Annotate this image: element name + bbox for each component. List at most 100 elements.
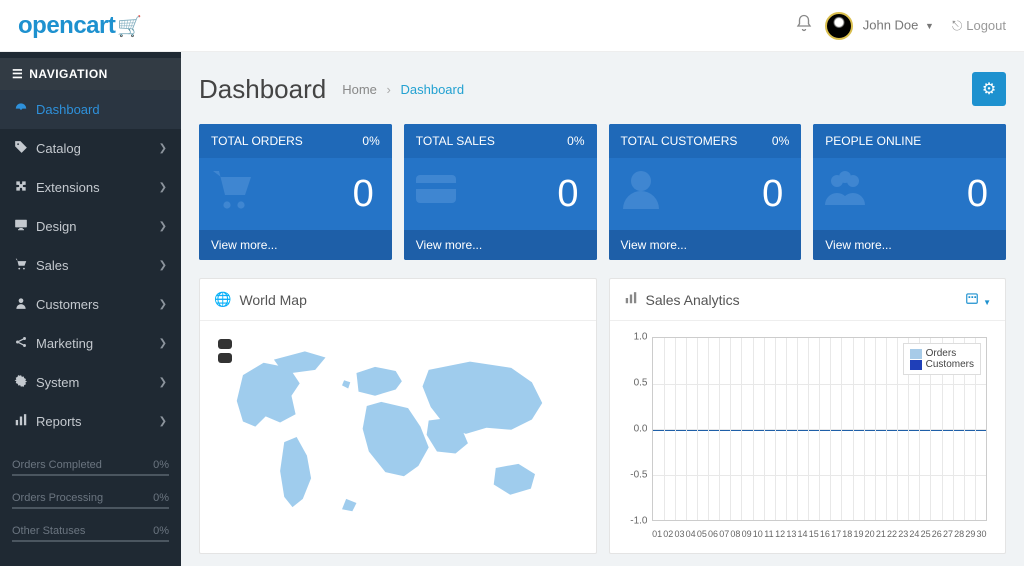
x-tick: 20 (864, 529, 875, 539)
caret-down-icon: ▼ (983, 298, 991, 307)
chevron-right-icon: ❯ (159, 377, 167, 388)
view-more-link[interactable]: View more... (813, 230, 1006, 260)
sidebar-item-label: Catalog (36, 141, 159, 156)
world-map[interactable] (212, 333, 584, 541)
sidebar-item-system[interactable]: System❯ (0, 363, 181, 402)
chevron-right-icon: ❯ (159, 299, 167, 310)
sidebar-item-design[interactable]: Design❯ (0, 207, 181, 246)
sidebar-item-sales[interactable]: Sales❯ (0, 246, 181, 285)
x-tick: 27 (942, 529, 953, 539)
logout-label: Logout (966, 18, 1006, 33)
sidebar-item-marketing[interactable]: Marketing❯ (0, 324, 181, 363)
status-value: 0% (153, 492, 169, 504)
tile-title: PEOPLE ONLINE (825, 134, 921, 148)
calendar-range-button[interactable]: ▼ (965, 291, 991, 308)
sidebar-item-label: Sales (36, 258, 159, 273)
tile-title: TOTAL ORDERS (211, 134, 303, 148)
main-content: Dashboard Home › Dashboard ⚙ TOTAL ORDER… (181, 52, 1024, 566)
chevron-right-icon: ❯ (159, 338, 167, 349)
settings-button[interactable]: ⚙ (972, 72, 1006, 106)
cart-icon (14, 257, 32, 274)
x-tick: 05 (696, 529, 707, 539)
tile-percent: 0% (362, 134, 379, 148)
sidebar-item-dashboard[interactable]: Dashboard (0, 90, 181, 129)
sidebar: ☰NAVIGATION DashboardCatalog❯Extensions❯… (0, 52, 181, 566)
view-more-link[interactable]: View more... (404, 230, 597, 260)
sidebar-item-extensions[interactable]: Extensions❯ (0, 168, 181, 207)
sidebar-item-catalog[interactable]: Catalog❯ (0, 129, 181, 168)
logo-text: opencart (18, 12, 115, 39)
x-tick: 21 (875, 529, 886, 539)
view-more-link[interactable]: View more... (609, 230, 802, 260)
user-menu[interactable]: John Doe ▼ (825, 12, 952, 40)
chevron-right-icon: ❯ (159, 260, 167, 271)
chevron-right-icon: ❯ (159, 143, 167, 154)
notifications-bell-icon[interactable] (783, 14, 825, 37)
sales-analytics-panel: Sales Analytics ▼ 1.00.50.0-0.5-1.0 0102… (609, 278, 1007, 554)
logout-icon: ⎋ (952, 18, 962, 33)
card-icon (412, 165, 460, 224)
globe-icon: 🌐 (214, 291, 231, 308)
x-tick: 12 (775, 529, 786, 539)
bars-icon: ☰ (12, 67, 23, 81)
x-tick: 19 (853, 529, 864, 539)
sidebar-item-customers[interactable]: Customers❯ (0, 285, 181, 324)
stat-tile-total-customers: TOTAL CUSTOMERS0%0View more... (609, 124, 802, 260)
chart-icon (624, 291, 638, 308)
sidebar-item-label: Marketing (36, 336, 159, 351)
sidebar-item-label: Extensions (36, 180, 159, 195)
logout-button[interactable]: ⎋ Logout (952, 18, 1006, 34)
x-tick: 23 (898, 529, 909, 539)
y-tick: 1.0 (622, 332, 648, 343)
x-tick: 28 (954, 529, 965, 539)
breadcrumb: Home › Dashboard (342, 82, 464, 97)
desktop-icon (14, 218, 32, 235)
x-tick: 01 (652, 529, 663, 539)
tile-percent: 0% (567, 134, 584, 148)
chevron-right-icon: ❯ (159, 182, 167, 193)
progress-bar (12, 474, 169, 476)
x-tick: 15 (808, 529, 819, 539)
tile-value: 0 (557, 173, 578, 216)
chart-legend: OrdersCustomers (903, 343, 981, 375)
map-zoom-controls (218, 339, 232, 363)
x-tick: 02 (663, 529, 674, 539)
x-tick: 07 (719, 529, 730, 539)
nav-header-label: NAVIGATION (29, 67, 108, 81)
sales-chart[interactable]: 1.00.50.0-0.5-1.0 0102030405060708091011… (622, 333, 994, 541)
sidebar-item-reports[interactable]: Reports❯ (0, 402, 181, 441)
cart-icon (207, 165, 255, 224)
chart-bar-icon (14, 413, 32, 430)
y-tick: -0.5 (622, 470, 648, 481)
cog-icon (14, 374, 32, 391)
page-title: Dashboard (199, 74, 326, 105)
status-row: Other Statuses0% (12, 525, 169, 542)
chevron-right-icon: › (387, 82, 391, 97)
map-zoom-out[interactable] (218, 353, 232, 363)
world-map-panel: 🌐 World Map (199, 278, 597, 554)
tile-title: TOTAL CUSTOMERS (621, 134, 738, 148)
caret-down-icon: ▼ (925, 21, 934, 31)
share-icon (14, 335, 32, 352)
x-tick: 03 (674, 529, 685, 539)
progress-bar (12, 540, 169, 542)
y-tick: 0.0 (622, 424, 648, 435)
tile-value: 0 (762, 173, 783, 216)
puzzle-icon (14, 179, 32, 196)
progress-bar (12, 507, 169, 509)
x-tick: 22 (886, 529, 897, 539)
breadcrumb-home[interactable]: Home (342, 82, 377, 97)
x-tick: 25 (920, 529, 931, 539)
y-tick: 0.5 (622, 378, 648, 389)
x-tick: 18 (842, 529, 853, 539)
logo[interactable]: opencart🛒 (18, 12, 142, 40)
sidebar-item-label: System (36, 375, 159, 390)
tag-icon (14, 140, 32, 157)
breadcrumb-current[interactable]: Dashboard (400, 82, 464, 97)
map-zoom-in[interactable] (218, 339, 232, 349)
view-more-link[interactable]: View more... (199, 230, 392, 260)
x-tick: 29 (965, 529, 976, 539)
chevron-right-icon: ❯ (159, 221, 167, 232)
status-value: 0% (153, 459, 169, 471)
nav-header: ☰ NAVIGATION (0, 58, 181, 90)
